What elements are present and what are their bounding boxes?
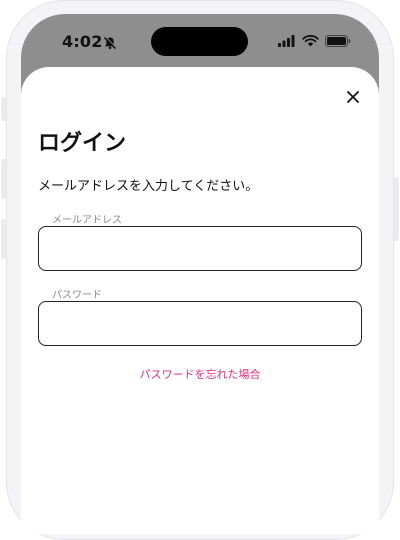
email-field[interactable] bbox=[38, 226, 362, 271]
power-button bbox=[394, 177, 399, 241]
status-icons bbox=[278, 35, 351, 47]
dynamic-island bbox=[151, 27, 248, 56]
wifi-icon bbox=[302, 35, 319, 47]
password-field[interactable] bbox=[38, 301, 362, 346]
close-icon bbox=[347, 91, 359, 103]
close-button[interactable] bbox=[339, 83, 367, 111]
volume-up-button bbox=[1, 159, 6, 199]
battery-icon bbox=[325, 35, 351, 47]
email-field-label: メールアドレス bbox=[52, 215, 122, 226]
cellular-signal-icon bbox=[278, 35, 295, 47]
password-field-label: パスワード bbox=[52, 290, 102, 301]
side-button bbox=[1, 97, 6, 121]
forgot-password-link[interactable]: パスワードを忘れた場合 bbox=[21, 366, 379, 382]
volume-down-button bbox=[1, 219, 6, 259]
instruction-text: メールアドレスを入力してください。 bbox=[38, 179, 259, 194]
phone-screen: 4:02 ログイン メールアドレスを入力してください。 メールアドレス パスワー… bbox=[21, 14, 379, 534]
login-sheet: ログイン メールアドレスを入力してください。 メールアドレス パスワード パスワ… bbox=[21, 67, 379, 534]
bell-slash-icon bbox=[103, 36, 117, 50]
page-title: ログイン bbox=[38, 131, 127, 156]
status-time: 4:02 bbox=[62, 32, 103, 51]
